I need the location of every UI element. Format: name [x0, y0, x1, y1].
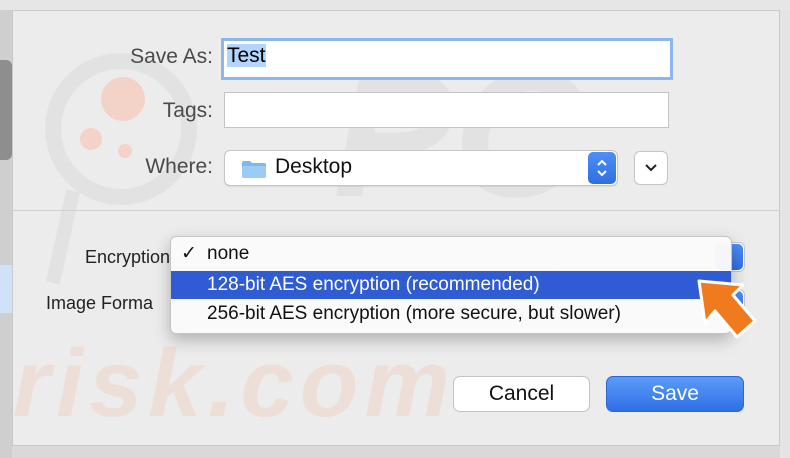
image-format-label: Image Forma [46, 293, 154, 313]
encryption-label: Encryption [84, 247, 170, 267]
chevron-down-icon [645, 164, 657, 172]
background-window-top [0, 0, 790, 10]
background-window-selection [0, 265, 12, 313]
save-as-value: Test [227, 44, 266, 67]
folder-icon [242, 161, 266, 178]
menu-item-256-bit-aes[interactable]: 256-bit AES encryption (more secure, but… [171, 300, 731, 328]
where-popup[interactable]: Desktop [224, 150, 618, 186]
background-window-left [0, 10, 12, 458]
encryption-menu: ✓ none 128-bit AES encryption (recommend… [170, 236, 732, 334]
save-as-label: Save As: [130, 45, 213, 68]
cancel-button[interactable]: Cancel [453, 376, 590, 412]
orange-arrow-icon [697, 279, 757, 339]
expand-button[interactable] [634, 151, 668, 185]
save-button[interactable]: Save [606, 376, 744, 412]
tags-label: Tags: [162, 99, 213, 122]
where-label: Where: [145, 155, 213, 178]
watermark-bottom-text: risk.com [13, 330, 456, 437]
save-dialog: PC risk.com Save As: Test Tags: Where: D… [12, 10, 780, 446]
up-down-chevron-icon [588, 152, 616, 184]
section-divider [13, 210, 779, 211]
tags-field[interactable] [224, 92, 669, 128]
menu-item-128-bit-aes[interactable]: 128-bit AES encryption (recommended) [171, 271, 731, 299]
where-value: Desktop [275, 155, 353, 178]
save-as-field[interactable]: Test [221, 38, 673, 80]
background-window-right [780, 10, 790, 458]
background-window-knob [0, 60, 12, 160]
menu-item-none[interactable]: ✓ none [171, 240, 731, 268]
checkmark-icon: ✓ [181, 243, 197, 264]
